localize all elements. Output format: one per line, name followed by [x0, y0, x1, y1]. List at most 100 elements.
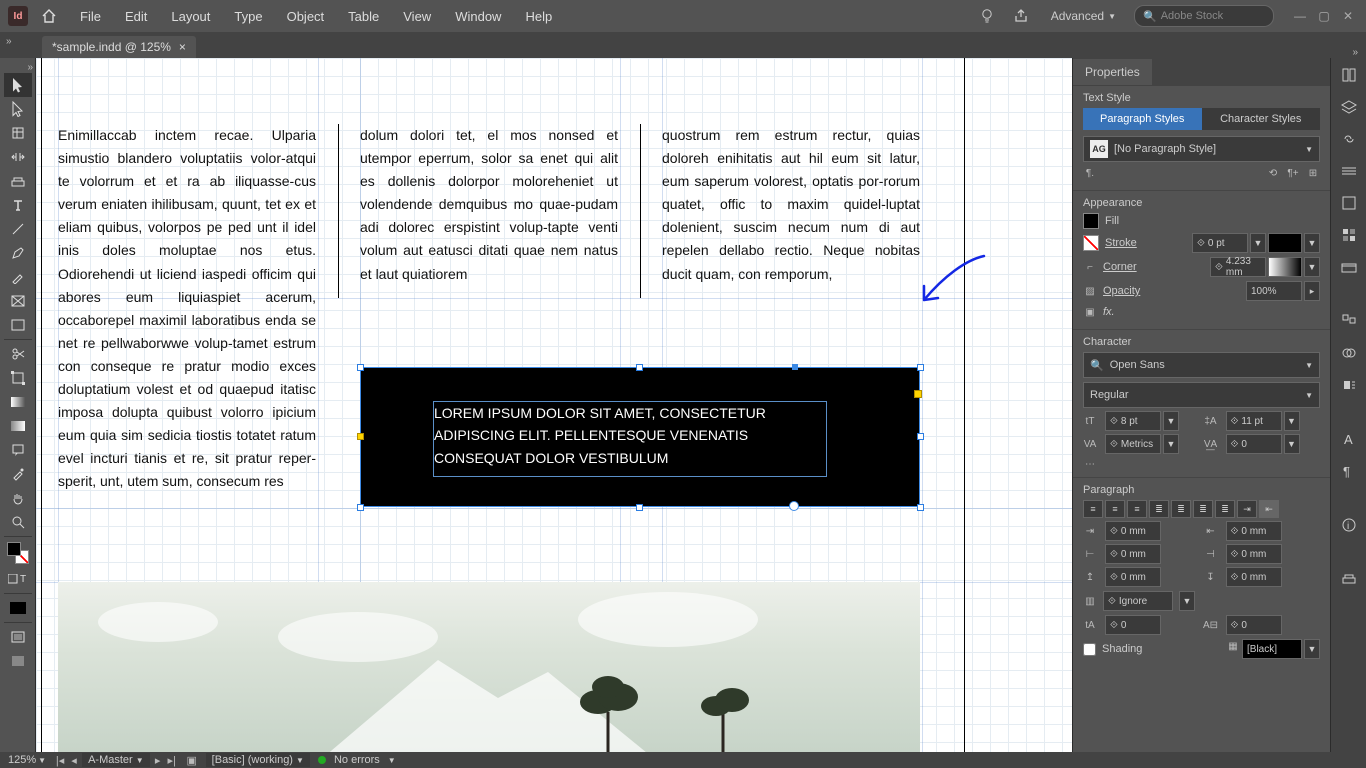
- drop-cap-chars[interactable]: ⟐0: [1226, 615, 1282, 635]
- shading-checkbox[interactable]: [1083, 643, 1096, 656]
- adobe-stock-search[interactable]: 🔍 Adobe Stock: [1134, 5, 1274, 27]
- menu-view[interactable]: View: [393, 3, 441, 30]
- preflight-menu[interactable]: ▼: [388, 756, 396, 765]
- align-away-spine[interactable]: ⇤: [1259, 500, 1279, 518]
- last-line-indent[interactable]: ⟐0 mm: [1226, 544, 1282, 564]
- line-tool[interactable]: [4, 217, 32, 241]
- opacity-slider[interactable]: ▸: [1304, 281, 1320, 301]
- menu-edit[interactable]: Edit: [115, 3, 157, 30]
- corner-shape-dropdown[interactable]: ▼: [1304, 257, 1320, 277]
- align-toward-spine[interactable]: ⇥: [1237, 500, 1257, 518]
- right-indent[interactable]: ⟐0 mm: [1226, 521, 1282, 541]
- inner-text-frame[interactable]: LOREM IPSUM DOLOR SIT AMET, CONSECTETUR …: [433, 401, 827, 477]
- menu-object[interactable]: Object: [277, 3, 335, 30]
- conveyor-panel-icon[interactable]: [1337, 568, 1361, 590]
- justify-right[interactable]: ≣: [1193, 500, 1213, 518]
- pen-tool[interactable]: [4, 241, 32, 265]
- span-columns[interactable]: ⟐Ignore: [1103, 591, 1173, 611]
- preflight-errors[interactable]: No errors: [334, 754, 380, 766]
- close-icon[interactable]: ✕: [1338, 9, 1358, 23]
- text-wrap-panel-icon[interactable]: [1337, 374, 1361, 396]
- opacity-value[interactable]: 100%: [1246, 281, 1302, 301]
- eyedropper-tool[interactable]: [4, 462, 32, 486]
- left-indent[interactable]: ⟐0 mm: [1105, 521, 1161, 541]
- open-icon[interactable]: ▣: [186, 754, 198, 767]
- clear-overrides-icon[interactable]: ¶.: [1083, 166, 1097, 180]
- justify-all[interactable]: ≣: [1215, 500, 1235, 518]
- font-size-dropdown[interactable]: ▼: [1163, 411, 1179, 431]
- space-after[interactable]: ⟐0 mm: [1226, 567, 1282, 587]
- zoom-level[interactable]: 125%: [8, 754, 36, 766]
- menu-table[interactable]: Table: [338, 3, 389, 30]
- page-tool[interactable]: [4, 121, 32, 145]
- note-tool[interactable]: [4, 438, 32, 462]
- gradient-swatch-tool[interactable]: [4, 390, 32, 414]
- label-corner[interactable]: Corner: [1103, 261, 1137, 273]
- gradient-feather-tool[interactable]: [4, 414, 32, 438]
- hand-tool[interactable]: [4, 486, 32, 510]
- tab-close-icon[interactable]: ×: [179, 40, 186, 54]
- paragraph-panel-icon[interactable]: ¶: [1337, 460, 1361, 482]
- links-panel-icon[interactable]: [1337, 128, 1361, 150]
- kerning[interactable]: ⟐Metrics: [1105, 434, 1161, 454]
- effects-icon[interactable]: ▣: [1083, 305, 1097, 319]
- menu-window[interactable]: Window: [445, 3, 511, 30]
- shading-options-icon[interactable]: ▦: [1226, 639, 1240, 653]
- cc-libraries-panel-icon[interactable]: [1337, 256, 1361, 278]
- minimize-icon[interactable]: —: [1290, 9, 1310, 23]
- zoom-dropdown[interactable]: ▼: [38, 756, 46, 765]
- shading-swatch[interactable]: [Black]: [1242, 639, 1302, 659]
- fill-stroke-swap[interactable]: [4, 539, 32, 567]
- new-style-icon[interactable]: ⊞: [1306, 166, 1320, 180]
- info-panel-icon[interactable]: i: [1337, 514, 1361, 536]
- justify-left[interactable]: ≣: [1149, 500, 1169, 518]
- stroke-style[interactable]: [1268, 233, 1302, 253]
- stroke-weight[interactable]: ⟐0 pt: [1192, 233, 1248, 253]
- pathfinder-panel-icon[interactable]: [1337, 342, 1361, 364]
- toolbar-overflow-icon[interactable]: »: [6, 36, 12, 47]
- layers-panel-icon[interactable]: [1337, 96, 1361, 118]
- menu-help[interactable]: Help: [515, 3, 562, 30]
- paragraph-break-icon[interactable]: ¶+: [1286, 166, 1300, 180]
- tracking-dropdown[interactable]: ▼: [1284, 434, 1300, 454]
- span-dropdown[interactable]: ▼: [1179, 591, 1195, 611]
- gap-tool[interactable]: [4, 145, 32, 169]
- rectangle-frame-tool[interactable]: [4, 289, 32, 313]
- lightbulb-icon[interactable]: [975, 4, 999, 28]
- fill-swatch[interactable]: [1083, 213, 1099, 229]
- align-right[interactable]: ≡: [1127, 500, 1147, 518]
- more-options-icon[interactable]: ⋯: [1083, 457, 1097, 471]
- first-line-indent[interactable]: ⟐0 mm: [1105, 544, 1161, 564]
- next-spread[interactable]: ▸: [152, 754, 164, 767]
- effects-label[interactable]: fx.: [1103, 306, 1115, 318]
- stroke-style-dropdown[interactable]: ▼: [1304, 233, 1320, 253]
- pencil-tool[interactable]: [4, 265, 32, 289]
- space-before[interactable]: ⟐0 mm: [1105, 567, 1161, 587]
- view-mode-preview[interactable]: [4, 649, 32, 673]
- scissors-tool[interactable]: [4, 342, 32, 366]
- document-canvas[interactable]: Enimillaccab inctem recae. Ulparia simus…: [36, 58, 1072, 752]
- rectangle-tool[interactable]: [4, 313, 32, 337]
- view-mode-normal[interactable]: [4, 625, 32, 649]
- selected-text-frame[interactable]: LOREM IPSUM DOLOR SIT AMET, CONSECTETUR …: [360, 367, 920, 507]
- selection-tool[interactable]: [4, 73, 32, 97]
- zoom-tool[interactable]: [4, 510, 32, 534]
- font-family-selector[interactable]: 🔍 Open Sans ▼: [1083, 352, 1320, 378]
- content-collector-tool[interactable]: [4, 169, 32, 193]
- align-panel-icon[interactable]: [1337, 310, 1361, 332]
- workspace-switcher[interactable]: Advanced ▼: [1043, 5, 1124, 27]
- first-spread[interactable]: |◂: [54, 754, 66, 767]
- corner-shape[interactable]: [1268, 257, 1302, 277]
- stroke-weight-dropdown[interactable]: ▼: [1250, 233, 1266, 253]
- paragraph-styles-tab[interactable]: Paragraph Styles: [1083, 108, 1202, 130]
- character-styles-tab[interactable]: Character Styles: [1202, 108, 1321, 130]
- label-opacity[interactable]: Opacity: [1103, 285, 1140, 297]
- tracking[interactable]: ⟐0: [1226, 434, 1282, 454]
- stroke-panel-icon[interactable]: [1337, 160, 1361, 182]
- font-size[interactable]: ⟐8 pt: [1105, 411, 1161, 431]
- prev-spread[interactable]: ◂: [68, 754, 80, 767]
- redefine-style-icon[interactable]: ⟲: [1266, 166, 1280, 180]
- home-icon[interactable]: [38, 6, 60, 26]
- apply-color[interactable]: [4, 596, 32, 620]
- stroke-swatch[interactable]: [1083, 235, 1099, 251]
